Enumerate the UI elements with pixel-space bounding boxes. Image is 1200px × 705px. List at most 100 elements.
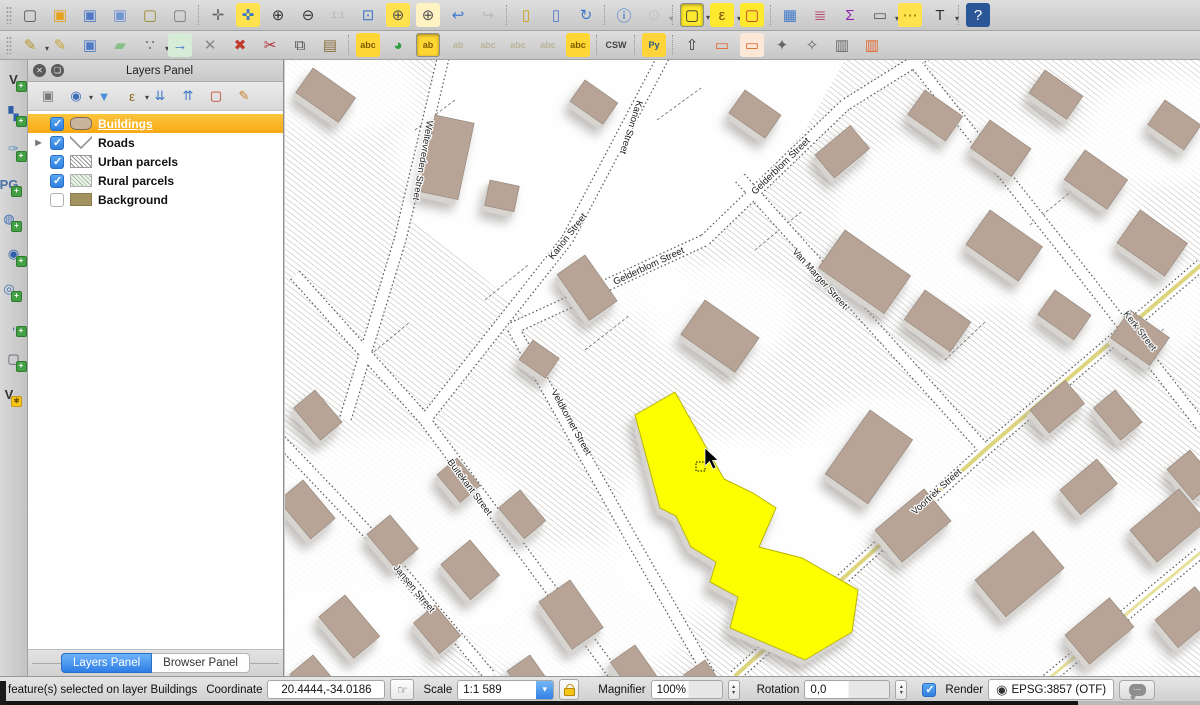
select-features-icon[interactable]: ▢ <box>680 3 704 27</box>
add-group-icon[interactable]: ▣ <box>38 86 58 106</box>
show-hide-labels-icon[interactable]: abc <box>476 33 500 57</box>
layer-row-buildings[interactable]: Buildings <box>28 114 283 133</box>
add-virtual-layer-icon[interactable]: ▢ <box>3 348 25 370</box>
add-wfs-layer-icon[interactable]: ◎ <box>0 278 20 300</box>
add-feature-icon[interactable]: ▰ <box>108 33 132 57</box>
add-vector-layer-icon[interactable]: V <box>3 68 25 90</box>
filter-expression-icon[interactable]: ε <box>122 86 142 106</box>
deselect-features-icon[interactable]: ▢ <box>740 3 764 27</box>
add-raster-layer-icon[interactable]: ▚ <box>3 103 25 125</box>
messages-button[interactable]: ⋯ <box>1119 680 1155 700</box>
panel-float-icon[interactable]: ❏ <box>51 64 64 77</box>
move-feature-icon[interactable]: → <box>168 33 192 57</box>
layer-checkbox-background[interactable] <box>50 193 64 207</box>
measure-icon[interactable]: ▭ <box>868 3 892 27</box>
identify-features-icon[interactable]: ⓘ <box>612 3 636 27</box>
new-shapefile-layer-icon[interactable]: V <box>0 383 20 405</box>
add-delimited-text-icon[interactable]: , <box>3 313 25 335</box>
extent-rectangle-icon[interactable]: ▭ <box>710 33 734 57</box>
add-comparison-icon[interactable]: ▥ <box>860 33 884 57</box>
add-spatialite-layer-icon[interactable]: ✑ <box>3 138 25 160</box>
composer-manager-icon[interactable]: ▢ <box>168 3 192 27</box>
zoom-in-icon[interactable]: ⊕ <box>266 3 290 27</box>
help-icon[interactable]: ? <box>966 3 990 27</box>
tab-browser-panel[interactable]: Browser Panel <box>152 653 250 673</box>
reshape-features-icon[interactable]: ✕ <box>198 33 222 57</box>
node-tool-icon[interactable]: ∵ <box>138 33 162 57</box>
zoom-to-selection-icon[interactable]: ⊕ <box>386 3 410 27</box>
text-annotation-icon[interactable]: T <box>928 3 952 27</box>
coordinate-input[interactable] <box>267 680 385 699</box>
pan-to-selection-icon[interactable]: ✜ <box>236 3 260 27</box>
add-wcs-layer-icon[interactable]: ◉ <box>3 243 25 265</box>
scale-combobox[interactable]: 1:1 589 ▾ <box>457 680 554 700</box>
current-edits-icon[interactable]: ✎ <box>18 33 42 57</box>
layer-visibility-icon[interactable]: ◉ <box>66 86 86 106</box>
move-label-icon[interactable]: abc <box>506 33 530 57</box>
zoom-out-icon[interactable]: ⊖ <box>296 3 320 27</box>
filter-legend-icon[interactable]: ▼ <box>94 86 114 106</box>
add-postgis-layer-icon[interactable]: PG <box>0 173 20 195</box>
expand-all-icon[interactable]: ⇈ <box>178 86 198 106</box>
new-bookmark-icon[interactable]: ▯ <box>514 3 538 27</box>
pan-map-icon[interactable]: ✛ <box>206 3 230 27</box>
layer-row-urban-parcels[interactable]: Urban parcels <box>28 152 283 171</box>
pin-labels-icon[interactable]: ab <box>416 33 440 57</box>
panel-close-icon[interactable]: ✕ <box>33 64 46 77</box>
arrow-plugin-icon[interactable]: ⇧ <box>680 33 704 57</box>
style-wand-alt-icon[interactable]: ✧ <box>800 33 824 57</box>
layer-checkbox-roads[interactable] <box>50 136 64 150</box>
toolbar-grip[interactable] <box>6 36 12 54</box>
run-feature-action-icon[interactable]: ⊙ <box>642 3 666 27</box>
delete-selected-icon[interactable]: ✖ <box>228 33 252 57</box>
expand-arrow-icon[interactable]: ▶ <box>33 138 44 147</box>
csw-plugin-icon[interactable]: CSW <box>604 33 628 57</box>
layer-checkbox-rural-parcels[interactable] <box>50 174 64 188</box>
python-console-icon[interactable]: Py <box>642 33 666 57</box>
magnifier-stepper[interactable]: ▴▾ <box>728 680 740 700</box>
collapse-all-icon[interactable]: ⇊ <box>150 86 170 106</box>
copy-features-icon[interactable]: ⧉ <box>288 33 312 57</box>
layer-diagram-icon[interactable]: ◕ <box>386 33 410 57</box>
statistics-icon[interactable]: ≣ <box>808 3 832 27</box>
rotation-input[interactable] <box>804 680 890 699</box>
remove-layer-icon[interactable]: ▢ <box>206 86 226 106</box>
style-wand-icon[interactable]: ✦ <box>770 33 794 57</box>
rotation-stepper[interactable]: ▴▾ <box>895 680 907 700</box>
paste-features-icon[interactable]: ▤ <box>318 33 342 57</box>
cut-features-icon[interactable]: ✂ <box>258 33 282 57</box>
zoom-full-icon[interactable]: ⊡ <box>356 3 380 27</box>
map-canvas[interactable]: Weltevreden Street Kanon Street Kanon St… <box>285 60 1200 676</box>
map-tips-icon[interactable]: ⋯ <box>898 3 922 27</box>
new-project-icon[interactable]: ▢ <box>18 3 42 27</box>
scale-dropdown-icon[interactable]: ▾ <box>536 680 553 700</box>
compare-layers-icon[interactable]: ▥ <box>830 33 854 57</box>
zoom-to-layer-icon[interactable]: ⊕ <box>416 3 440 27</box>
add-wms-layer-icon[interactable]: ◍ <box>0 208 20 230</box>
extent-capture-icon[interactable]: ▭ <box>740 33 764 57</box>
zoom-next-icon[interactable]: ↪ <box>476 3 500 27</box>
save-layer-edits-icon[interactable]: ▣ <box>78 33 102 57</box>
change-label-icon[interactable]: abc <box>566 33 590 57</box>
magnifier-input[interactable] <box>651 680 723 699</box>
layer-row-rural-parcels[interactable]: Rural parcels <box>28 171 283 190</box>
layer-checkbox-buildings[interactable] <box>50 117 64 131</box>
highlight-labels-icon[interactable]: ab <box>446 33 470 57</box>
scale-lock-button[interactable] <box>559 679 579 700</box>
save-project-as-icon[interactable]: ▣ <box>108 3 132 27</box>
toggle-editing-icon[interactable]: ✎ <box>48 33 72 57</box>
attribute-table-icon[interactable]: ▦ <box>778 3 802 27</box>
sum-icon[interactable]: Σ <box>838 3 862 27</box>
show-bookmarks-icon[interactable]: ▯ <box>544 3 568 27</box>
select-by-expression-icon[interactable]: ε <box>710 3 734 27</box>
refresh-icon[interactable]: ↻ <box>574 3 598 27</box>
zoom-last-icon[interactable]: ↩ <box>446 3 470 27</box>
zoom-native-icon[interactable]: 1:1 <box>326 3 350 27</box>
save-project-icon[interactable]: ▣ <box>78 3 102 27</box>
new-print-composer-icon[interactable]: ▢ <box>138 3 162 27</box>
layer-row-background[interactable]: Background <box>28 190 283 209</box>
open-project-icon[interactable]: ▣ <box>48 3 72 27</box>
tab-layers-panel[interactable]: Layers Panel <box>61 653 152 673</box>
render-checkbox[interactable] <box>922 683 936 697</box>
toolbar-grip[interactable] <box>6 6 12 24</box>
